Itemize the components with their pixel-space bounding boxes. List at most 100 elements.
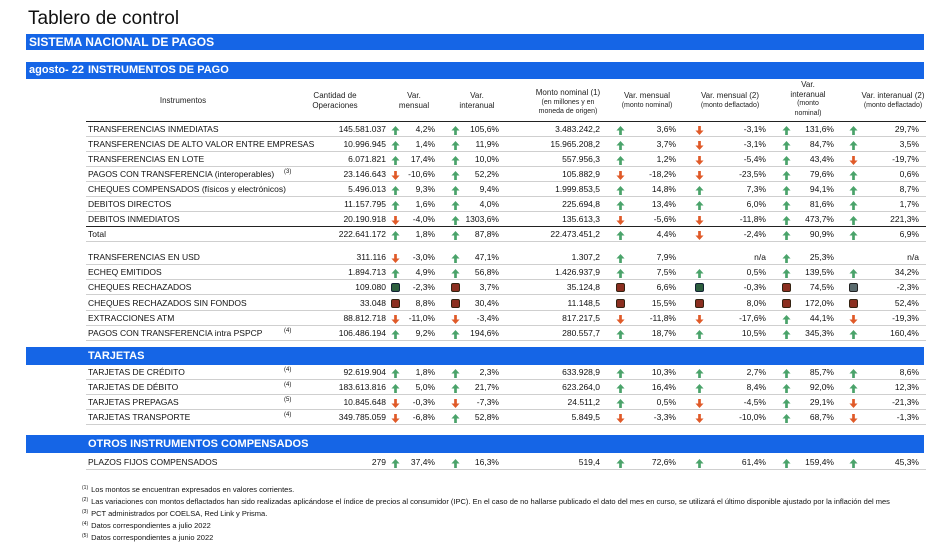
var-mensual-value: 17,4% bbox=[410, 154, 435, 164]
table-row: PAGOS CON TRANSFERENCIA (interoperables)… bbox=[0, 167, 944, 182]
var-interanual-deflactado-value: 45,3% bbox=[894, 457, 919, 467]
var-mensual-nominal-value: 6,6% bbox=[656, 282, 676, 293]
cantidad-value: 10.845.648 bbox=[343, 397, 386, 407]
var-mensual-nominal-value: 7,5% bbox=[656, 267, 676, 278]
footnote: (2) Las variaciones con montos deflactado… bbox=[82, 497, 890, 506]
cantidad-value: 311.116 bbox=[356, 252, 386, 262]
var-interanual-deflactado-value: 221,3% bbox=[890, 214, 919, 224]
var-mensual-deflactado-value: 61,4% bbox=[741, 457, 766, 467]
header-var-mensual-deflactado: Var. mensual (2) (monto deflactado) bbox=[700, 91, 760, 109]
monto-value: 557.956,3 bbox=[562, 154, 600, 164]
var-interanual-value: 10,0% bbox=[474, 154, 499, 164]
var-mensual-nominal-value: 14,8% bbox=[651, 184, 676, 194]
var-mensual-nominal-value: 72,6% bbox=[651, 457, 676, 467]
footnote: (4) Datos correspondientes a julio 2022 bbox=[82, 521, 211, 530]
table-row: DEBITOS INMEDIATOS 20.190.918 -4,0% 1303,6%… bbox=[0, 212, 944, 227]
var-mensual-value: 9,2% bbox=[415, 328, 435, 338]
period-label: agosto- 22 bbox=[29, 64, 85, 76]
var-mensual-deflactado-value: 8,4% bbox=[746, 382, 766, 392]
var-interanual-deflactado-value: 1,7% bbox=[899, 199, 919, 209]
var-interanual-deflactado-value: -2,3% bbox=[896, 282, 919, 293]
monto-value: 1.426.937,9 bbox=[555, 267, 600, 278]
table-row: TARJETAS PREPAGAS (5) 10.845.648 -0,3% -7,3%… bbox=[0, 395, 944, 410]
row-name: Total bbox=[88, 229, 106, 239]
var-interanual-value: 9,4% bbox=[479, 184, 499, 194]
table-row: TARJETAS DE DÉBITO (4) 183.613.816 5,0% 21,7… bbox=[0, 380, 944, 395]
footnote-number: (2) bbox=[82, 497, 89, 503]
monto-value: 1.307,2 bbox=[571, 252, 600, 262]
header-cantidad: Cantidad de Operaciones bbox=[312, 91, 358, 110]
var-mensual-value: 4,9% bbox=[415, 267, 435, 278]
var-interanual-value: 4,0% bbox=[479, 199, 499, 209]
var-interanual-nominal-value: 172,0% bbox=[805, 297, 834, 308]
var-interanual-nominal-value: 159,4% bbox=[805, 457, 834, 467]
cantidad-value: 1.894.713 bbox=[348, 267, 386, 278]
var-interanual-nominal-value: 473,7% bbox=[805, 214, 834, 224]
var-interanual-value: 52,2% bbox=[474, 169, 499, 179]
var-interanual-value: 3,7% bbox=[479, 282, 499, 293]
footnote: (1) Los montos se encuentran expresados e… bbox=[82, 485, 294, 494]
monto-value: 3.483.242,2 bbox=[555, 124, 600, 134]
var-interanual-value: 87,8% bbox=[474, 229, 499, 239]
var-mensual-value: -6,8% bbox=[412, 412, 435, 422]
table-row: CHEQUES RECHAZADOS 109.080 -2,3% 3,7% 35.124… bbox=[0, 280, 944, 295]
var-mensual-deflactado-value: -2,4% bbox=[743, 229, 766, 239]
monto-value: 15.965.208,2 bbox=[550, 139, 600, 149]
row-name: PAGOS CON TRANSFERENCIA (interoperables) bbox=[88, 169, 275, 179]
var-interanual-value: 1303,6% bbox=[465, 214, 499, 224]
table-row: ECHEQ EMITIDOS 1.894.713 4,9% 56,8% 1.426.93… bbox=[0, 265, 944, 280]
header-monto: Monto nominal (1) (en millones y en moneda… bbox=[535, 88, 601, 115]
section-title-instrumentos: INSTRUMENTOS DE PAGO bbox=[88, 64, 229, 76]
var-interanual-value: -3,4% bbox=[476, 312, 499, 323]
var-interanual-value: 194,6% bbox=[470, 328, 499, 338]
footnote-number: (3) bbox=[82, 509, 89, 515]
var-mensual-nominal-value: 3,7% bbox=[656, 139, 676, 149]
row-divider bbox=[86, 424, 926, 425]
var-interanual-nominal-value: 25,3% bbox=[809, 252, 834, 262]
monto-value: 5.849,5 bbox=[571, 412, 600, 422]
cantidad-value: 279 bbox=[371, 457, 386, 467]
var-interanual-nominal-value: 81,6% bbox=[809, 199, 834, 209]
var-interanual-value: 47,1% bbox=[474, 252, 499, 262]
header-var-interanual-nominal: Var. interanual (monto nominal) bbox=[790, 80, 826, 117]
var-interanual-deflactado-value: -19,7% bbox=[892, 154, 919, 164]
row-divider bbox=[86, 469, 926, 470]
var-interanual-value: 56,8% bbox=[474, 267, 499, 278]
cantidad-value: 23.146.643 bbox=[343, 169, 386, 179]
var-mensual-nominal-value: -11,8% bbox=[649, 312, 676, 323]
table-row: TARJETAS TRANSPORTE (4) 349.785.059 -6,8% 52… bbox=[0, 410, 944, 425]
row-note: (4) bbox=[284, 328, 292, 334]
var-interanual-nominal-value: 44,1% bbox=[809, 312, 834, 323]
header-var-interanual: Var. interanual bbox=[459, 91, 495, 110]
var-interanual-value: 2,3% bbox=[479, 367, 499, 377]
var-interanual-nominal-value: 139,5% bbox=[805, 267, 834, 278]
var-interanual-nominal-value: 43,4% bbox=[809, 154, 834, 164]
row-name: TARJETAS DE DÉBITO bbox=[88, 382, 179, 392]
var-interanual-value: -7,3% bbox=[476, 397, 499, 407]
cantidad-value: 183.613.816 bbox=[338, 382, 386, 392]
var-interanual-nominal-value: 94,1% bbox=[809, 184, 834, 194]
cantidad-value: 20.190.918 bbox=[343, 214, 386, 224]
monto-value: 225.694,8 bbox=[562, 199, 600, 209]
monto-value: 1.999.853,5 bbox=[555, 184, 600, 194]
footnote-text: Las variaciones con montos deflactados h… bbox=[91, 497, 890, 506]
var-mensual-deflactado-value: -3,1% bbox=[743, 124, 766, 134]
row-note: (4) bbox=[284, 382, 292, 388]
var-interanual-deflactado-value: n/a bbox=[907, 252, 919, 262]
monto-value: 623.264,0 bbox=[562, 382, 600, 392]
var-mensual-value: -3,0% bbox=[412, 252, 435, 262]
monto-value: 105.882,9 bbox=[562, 169, 600, 179]
var-interanual-nominal-value: 131,6% bbox=[805, 124, 834, 134]
var-mensual-value: -2,3% bbox=[412, 282, 435, 293]
var-mensual-nominal-value: 1,2% bbox=[656, 154, 676, 164]
row-name: TRANSFERENCIAS EN LOTE bbox=[88, 154, 205, 164]
var-mensual-deflactado-value: 10,5% bbox=[741, 328, 766, 338]
row-name: TRANSFERENCIAS EN USD bbox=[88, 252, 200, 262]
row-name: CHEQUES RECHAZADOS SIN FONDOS bbox=[88, 297, 247, 308]
var-mensual-deflactado-value: n/a bbox=[754, 252, 766, 262]
row-note: (4) bbox=[284, 412, 292, 418]
var-mensual-nominal-value: 10,3% bbox=[651, 367, 676, 377]
row-name: TARJETAS TRANSPORTE bbox=[88, 412, 191, 422]
var-mensual-deflactado-value: -4,5% bbox=[743, 397, 766, 407]
table-row: Total 222.641.172 1,8% 87,8% 22.473.451,2 4,4… bbox=[0, 227, 944, 242]
